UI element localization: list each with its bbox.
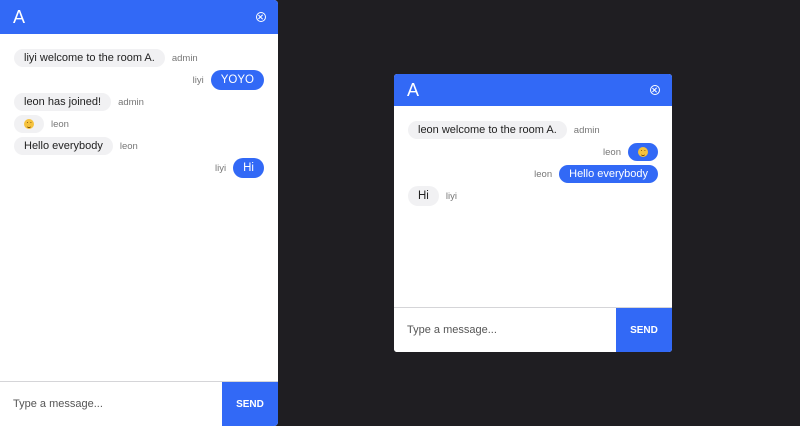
- message-sender: admin: [573, 124, 600, 136]
- message-row: leon Hello everybody: [408, 165, 658, 183]
- message-list: liyi welcome to the room A. admin liyi Y…: [0, 34, 278, 381]
- grinning-emoji-icon: [24, 119, 34, 130]
- message-row: liyi Hi: [14, 158, 264, 178]
- message-sender: admin: [118, 96, 144, 108]
- message-input[interactable]: [394, 308, 616, 352]
- message-sender: liyi: [445, 190, 457, 202]
- message-sender: liyi: [192, 74, 204, 86]
- message-row: liyi welcome to the room A. admin: [14, 49, 264, 67]
- send-button[interactable]: SEND: [222, 382, 278, 426]
- room-title: A: [13, 6, 26, 27]
- message-bubble: liyi welcome to the room A.: [14, 49, 165, 67]
- message-bubble: Hi: [408, 186, 439, 206]
- close-circle-icon[interactable]: [650, 85, 660, 95]
- message-row: Hello everybody leon: [14, 137, 264, 155]
- message-bubble: [628, 143, 658, 161]
- message-sender: leon: [51, 118, 69, 130]
- send-button[interactable]: SEND: [616, 308, 672, 352]
- message-list: leon welcome to the room A. admin leon l…: [394, 106, 672, 307]
- chat-window-right: A leon welcome to the room A. admin leon…: [394, 74, 672, 352]
- message-bubble: YOYO: [210, 70, 264, 90]
- grinning-emoji-icon: [638, 147, 648, 158]
- message-row: liyi YOYO: [14, 70, 264, 90]
- message-row: leon: [408, 143, 658, 161]
- message-sender: liyi: [215, 162, 227, 174]
- message-sender: leon: [534, 168, 553, 180]
- message-row: leon has joined! admin: [14, 93, 264, 111]
- message-sender: leon: [119, 140, 138, 152]
- message-bubble: leon has joined!: [14, 93, 112, 111]
- chat-header: A: [394, 74, 672, 106]
- message-input[interactable]: [0, 382, 222, 426]
- message-row: leon welcome to the room A. admin: [408, 121, 658, 139]
- message-row: Hi liyi: [408, 186, 658, 206]
- message-sender: admin: [171, 52, 198, 64]
- message-bubble: Hello everybody: [559, 165, 658, 183]
- message-sender: leon: [603, 146, 621, 158]
- message-bubble: Hello everybody: [14, 137, 113, 155]
- message-bubble: Hi: [233, 158, 264, 178]
- message-composer: SEND: [394, 307, 672, 352]
- close-circle-icon[interactable]: [256, 12, 266, 22]
- message-row: leon: [14, 115, 264, 133]
- message-bubble: leon welcome to the room A.: [408, 121, 567, 139]
- room-title: A: [407, 79, 420, 100]
- message-composer: SEND: [0, 381, 278, 426]
- chat-header: A: [0, 0, 278, 34]
- chat-window-left: A liyi welcome to the room A. admin liyi…: [0, 0, 278, 426]
- message-bubble: [14, 115, 44, 133]
